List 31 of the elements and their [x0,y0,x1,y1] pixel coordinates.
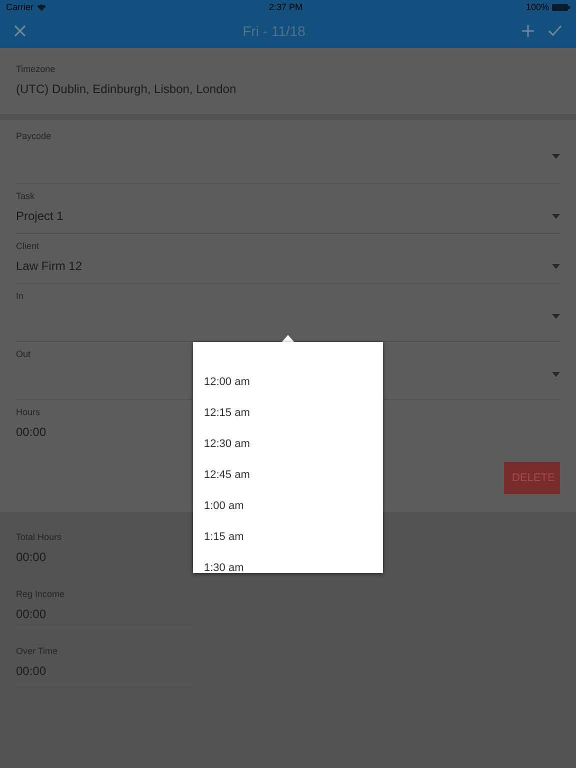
status-time: 2:37 PM [268,2,302,12]
time-option[interactable]: 12:30 am [193,428,383,459]
add-icon[interactable] [520,23,536,39]
field-label: Paycode [16,131,52,141]
time-option[interactable]: 1:30 am [193,552,383,573]
close-icon[interactable] [12,23,28,39]
field-label: Client [16,241,40,251]
time-option[interactable]: 12:00 am [193,366,383,397]
dropdown-caret-icon[interactable] [552,214,560,219]
summary-value: 00:00 [16,550,48,564]
field-value: 00:00 [16,425,46,439]
checkmark-icon[interactable] [546,23,564,39]
summary-value: 00:00 [16,607,48,621]
dropdown-caret-icon[interactable] [552,154,560,159]
time-option[interactable]: 12:15 am [193,397,383,428]
field-label: Out [16,349,31,359]
dropdown-caret-icon[interactable] [552,372,560,377]
time-option[interactable]: 12:45 am [193,459,383,490]
header-title: Fri - 11/18 [242,23,306,39]
field-label: Timezone [16,64,56,74]
dropdown-caret-icon[interactable] [552,264,560,269]
field-label: Hours [16,407,40,417]
battery-icon [552,4,570,10]
time-option[interactable]: 1:15 am [193,521,383,552]
field-label: Task [16,191,35,201]
battery-label: 100% [526,2,549,12]
wifi-icon [36,4,46,10]
summary-value: 00:00 [16,664,48,678]
dropdown-caret-icon[interactable] [552,314,560,319]
time-option[interactable]: 1:00 am [193,490,383,521]
carrier-label: Carrier [6,2,34,12]
